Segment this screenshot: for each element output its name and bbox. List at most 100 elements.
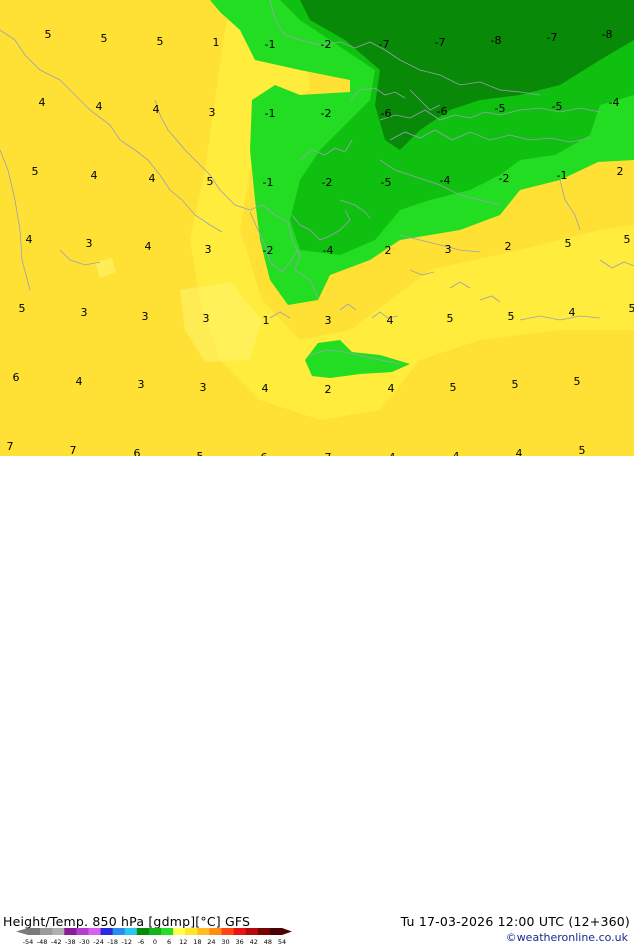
temperature-label: -6 [381,107,392,120]
info-bar: Height/Temp. 850 hPa [gdmp][°C] GFS Tu 1… [0,456,634,490]
temperature-label: 3 [138,378,145,391]
color-scale-tick-label: 30 [221,938,229,946]
temperature-label: 4 [516,447,523,456]
color-scale-arrow-right [282,928,292,935]
temperature-label: -1 [263,176,274,189]
temperature-label: 1 [263,314,270,327]
color-scale-swatch [173,928,185,935]
temperature-label: -2 [263,244,274,257]
temperature-label: 5 [19,302,26,315]
temperature-label: -4 [609,96,620,109]
color-scale-swatch [88,928,100,935]
temperature-label: 4 [388,382,395,395]
color-scale-arrow-left [16,928,28,935]
temperature-label: 4 [91,169,98,182]
temperature-label: 4 [149,172,156,185]
temperature-label: -5 [552,100,563,113]
color-scale-bar: -54-48-42-38-30-24-18-12-606121824303642… [14,927,294,946]
temperature-label: -4 [440,174,451,187]
temperature-label: 2 [325,383,332,396]
temperature-label: 2 [505,240,512,253]
color-scale-swatch [222,928,234,935]
temperature-label: 4 [96,100,103,113]
temperature-label: -8 [602,28,613,41]
color-scale-swatch [149,928,161,935]
color-scale-tick-label: 36 [236,938,244,946]
temperature-label: 3 [86,237,93,250]
color-scale-tick-label: 6 [167,938,171,946]
color-scale-swatch [40,928,52,935]
temperature-label: 5 [45,28,52,41]
color-scale-swatch [52,928,64,935]
temperature-label: 7 [7,440,14,453]
color-scale-swatch [161,928,173,935]
color-scale-tick-label: -38 [65,938,76,946]
temperature-label: 4 [153,103,160,116]
temperature-label: -7 [435,36,446,49]
color-scale-swatch [270,928,282,935]
temperature-label: 5 [508,310,515,323]
temperature-label: 3 [200,381,207,394]
color-scale-tick-label: -18 [107,938,118,946]
temperature-label: 4 [26,233,33,246]
temperature-label: 3 [445,243,452,256]
temperature-label: 5 [629,302,634,315]
temperature-label: 5 [447,312,454,325]
temperature-label: 2 [617,165,624,178]
temperature-label: -2 [499,172,510,185]
temperature-label: 5 [512,378,519,391]
color-scale-tick-label: 18 [193,938,201,946]
temperature-label: -1 [265,38,276,51]
color-scale-swatch [197,928,209,935]
temperature-label: 3 [209,106,216,119]
color-scale-swatch [113,928,125,935]
temperature-map: 5551-1-2-7-7-8-7-84443-1-2-6-6-5-5-45445… [0,0,634,456]
temperature-label: 5 [450,381,457,394]
temperature-label: 1 [213,36,220,49]
color-scale-swatch [125,928,137,935]
color-scale-swatch [258,928,270,935]
temperature-label: 5 [565,237,572,250]
temperature-label: 4 [569,306,576,319]
credit-link[interactable]: ©weatheronline.co.uk [506,931,628,944]
temperature-label: -2 [321,38,332,51]
temperature-label: 5 [207,175,214,188]
color-scale-tick-label: 0 [153,938,157,946]
color-scale-tick-label: -54 [23,938,34,946]
temperature-label: 4 [145,240,152,253]
color-scale-tick-label: 42 [250,938,258,946]
color-scale-swatch [101,928,113,935]
valid-time: Tu 17-03-2026 12:00 UTC (12+360) [401,914,630,929]
temperature-label: -6 [437,105,448,118]
color-scale-tick-label: 12 [179,938,187,946]
temperature-label: -8 [491,34,502,47]
temperature-label: 5 [157,35,164,48]
color-scale-swatch [246,928,258,935]
temperature-label: 2 [385,244,392,257]
temperature-label: -7 [547,31,558,44]
temperature-label: 5 [32,165,39,178]
temperature-label: 4 [387,314,394,327]
temperature-label: 5 [574,375,581,388]
temperature-label: 5 [579,444,586,456]
color-scale-swatch [28,928,40,935]
color-scale-tick-label: 24 [207,938,215,946]
color-scale-swatch [209,928,221,935]
color-scale-swatch [185,928,197,935]
temperature-label: 3 [325,314,332,327]
temperature-label: 6 [13,371,20,384]
color-scale-tick-label: -42 [51,938,62,946]
color-scale-swatch [64,928,76,935]
temperature-label: -2 [321,107,332,120]
color-scale-tick-label: 54 [278,938,286,946]
temperature-label: 4 [39,96,46,109]
temperature-label: 5 [101,32,108,45]
temperature-label: -2 [322,176,333,189]
color-scale-tick-label: 48 [264,938,272,946]
temperature-label: -5 [495,102,506,115]
temperature-label: 3 [205,243,212,256]
temperature-label: 4 [262,382,269,395]
temperature-label: 4 [76,375,83,388]
color-scale-tick-label: -30 [79,938,90,946]
temperature-label: -5 [381,176,392,189]
